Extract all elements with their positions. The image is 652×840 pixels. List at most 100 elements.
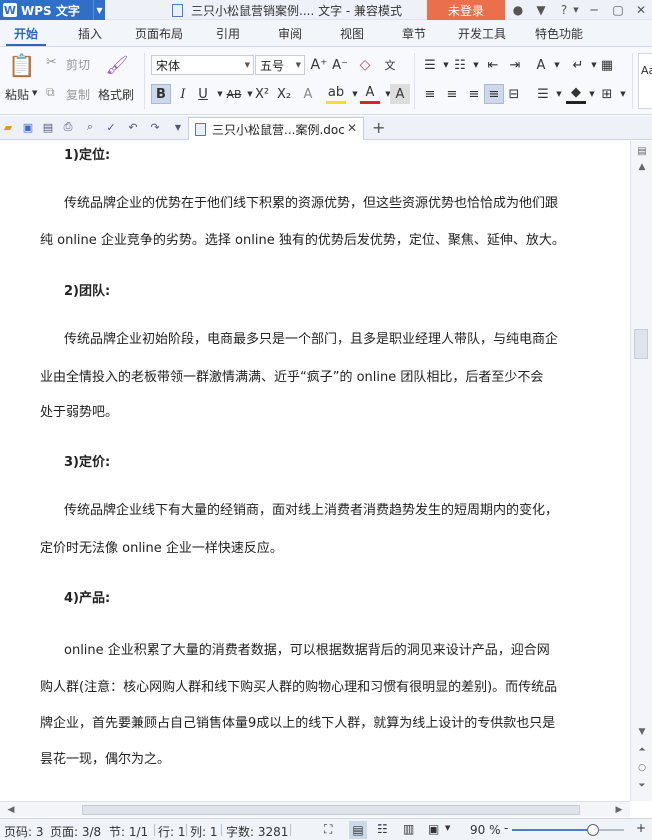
save-icon[interactable]: ▣ <box>21 120 35 134</box>
vertical-scrollbar[interactable]: ▤ ▲ ▼ ⏶ ○ ⏷ <box>630 141 652 801</box>
cut-button[interactable]: 剪切 <box>66 56 90 73</box>
page-count[interactable]: 页面: 3/8 <box>50 823 101 840</box>
row-indicator[interactable]: 行: 1 <box>158 823 186 840</box>
full-screen-icon[interactable]: ⛶ <box>324 822 332 837</box>
zoom-level[interactable]: 90 % <box>470 823 501 837</box>
tab-page-layout[interactable]: 页面布局 <box>135 20 183 47</box>
paragraph-line: 处于弱势吧。 <box>40 405 119 420</box>
tab-developer[interactable]: 开发工具 <box>458 20 506 47</box>
vertical-scroll-thumb[interactable] <box>634 329 648 359</box>
justify-icon[interactable]: ≡ <box>484 84 504 104</box>
zoom-slider[interactable] <box>512 824 624 836</box>
spell-check-icon[interactable]: ✓ <box>104 120 118 134</box>
zoom-slider-handle[interactable] <box>586 824 599 836</box>
column-indicator[interactable]: 列: 1 <box>190 823 218 840</box>
font-color-icon[interactable]: A <box>360 84 380 104</box>
distributed-icon[interactable]: ⊟ <box>504 84 524 104</box>
export-pdf-icon[interactable]: ▤ <box>41 120 55 134</box>
align-center-icon[interactable]: ≡ <box>442 84 462 104</box>
tab-features[interactable]: 特色功能 <box>535 20 583 47</box>
scroll-left-icon[interactable]: ◀ <box>4 803 18 817</box>
tab-chapter[interactable]: 章节 <box>402 20 426 47</box>
borders-chevron-icon[interactable]: ▼ <box>613 84 633 104</box>
open-folder-icon[interactable]: ▰ <box>1 120 15 134</box>
font-size-select[interactable]: 五号 ▼ <box>255 55 305 75</box>
superscript-icon[interactable]: X² <box>252 84 272 104</box>
styles-gallery[interactable]: Aa <box>638 53 652 109</box>
text-effect-icon[interactable]: A <box>298 84 318 104</box>
shirt-icon[interactable]: ▼ <box>533 0 549 20</box>
page-number[interactable]: 页码: 3 <box>4 823 44 840</box>
print-preview-icon[interactable]: ⌕ <box>83 120 97 134</box>
section-indicator[interactable]: 节: 1/1 <box>109 823 148 840</box>
decrease-indent-icon[interactable]: ⇤ <box>483 55 503 75</box>
close-tab-icon[interactable]: ✕ <box>347 121 357 135</box>
tab-view[interactable]: 视图 <box>340 20 364 47</box>
paragraph-line: online 企业积累了大量的消费者数据，可以根据数据背后的洞见来设计产品，迎合… <box>64 643 550 658</box>
maximize-icon[interactable]: ▢ <box>610 0 626 20</box>
skin-icon[interactable]: ● <box>510 0 526 20</box>
horizontal-scrollbar[interactable]: ◀ ▶ <box>0 801 630 817</box>
phonetic-guide-icon[interactable]: 文 <box>380 55 400 75</box>
tab-insert[interactable]: 插入 <box>78 20 102 47</box>
document-canvas[interactable]: 1)定位: 传统品牌企业的优势在于他们线下积累的资源优势，但这些资源优势也恰恰成… <box>0 141 630 801</box>
print-icon[interactable]: ⎙ <box>61 120 75 134</box>
ribbon-separator <box>414 53 415 109</box>
table-icon[interactable]: ▦ <box>597 55 617 75</box>
previous-page-icon[interactable]: ⏶ <box>635 743 649 757</box>
split-view-icon[interactable]: ▤ <box>635 144 649 158</box>
grow-font-icon[interactable]: A⁺ <box>309 55 329 75</box>
align-left-icon[interactable]: ≡ <box>420 84 440 104</box>
login-button[interactable]: 未登录 <box>427 0 505 20</box>
chevron-down-icon[interactable]: ▼ <box>93 0 105 20</box>
align-right-icon[interactable]: ≡ <box>464 84 484 104</box>
paragraph-line: 纯 online 企业竞争的劣势。选择 online 独有的优势后发优势，定位、… <box>40 233 565 248</box>
scroll-right-icon[interactable]: ▶ <box>612 803 626 817</box>
page-view-icon[interactable]: ▤ <box>349 821 367 839</box>
view-chevron-icon[interactable]: ▼ <box>445 824 450 832</box>
next-page-icon[interactable]: ⏷ <box>635 779 649 793</box>
close-icon[interactable]: ✕ <box>633 0 649 20</box>
tab-review[interactable]: 审阅 <box>278 20 302 47</box>
paste-icon[interactable]: 📋 <box>8 53 36 79</box>
select-browse-object-icon[interactable]: ○ <box>635 761 649 775</box>
zoom-in-icon[interactable]: + <box>636 821 646 835</box>
scroll-down-icon[interactable]: ▼ <box>635 725 649 739</box>
paste-chevron-icon[interactable]: ▼ <box>32 89 37 97</box>
bold-icon[interactable]: B <box>151 84 171 104</box>
shrink-font-icon[interactable]: A⁻ <box>330 55 350 75</box>
wps-app-menu[interactable]: W WPS 文字 ▼ <box>0 0 105 20</box>
increase-indent-icon[interactable]: ⇥ <box>505 55 525 75</box>
format-painter-button[interactable]: 格式刷 <box>98 86 134 103</box>
help-menu-chevron-icon[interactable]: ▼ <box>568 0 584 20</box>
copy-button[interactable]: 复制 <box>66 86 90 103</box>
paste-button[interactable]: 粘贴 <box>5 86 29 103</box>
new-tab-icon[interactable]: + <box>372 118 385 137</box>
highlight-icon[interactable]: ab <box>326 84 346 104</box>
minimize-icon[interactable]: ─ <box>586 0 602 20</box>
clear-format-icon[interactable]: ◇ <box>355 55 375 75</box>
menu-tabs: 开始 插入 页面布局 引用 审阅 视图 章节 开发工具 特色功能 <box>0 20 652 47</box>
status-divider <box>186 824 187 836</box>
subscript-icon[interactable]: X₂ <box>274 84 294 104</box>
web-view-icon[interactable]: ▣ <box>428 822 439 836</box>
italic-icon[interactable]: I <box>173 84 193 104</box>
horizontal-scroll-thumb[interactable] <box>82 805 580 815</box>
chevron-down-icon: ▼ <box>295 61 301 69</box>
paragraph-line: 购人群(注意：核心网购人群和线下购买人群的购物心理和习惯有很明显的差别)。而传统… <box>40 680 558 695</box>
redo-icon[interactable]: ↷ <box>148 120 162 134</box>
document-tab[interactable]: 三只小松鼠营...案例.doc ✕ <box>188 117 364 140</box>
zoom-out-icon[interactable]: - <box>504 821 508 835</box>
tab-references[interactable]: 引用 <box>216 20 240 47</box>
char-shading-icon[interactable]: A <box>390 84 410 104</box>
customize-chevron-icon[interactable]: ▼ <box>171 120 185 134</box>
scroll-up-icon[interactable]: ▲ <box>635 160 649 174</box>
word-count[interactable]: 字数: 3281 <box>226 823 288 840</box>
font-name-select[interactable]: 宋体 ▼ <box>151 55 254 75</box>
undo-icon[interactable]: ↶ <box>126 120 140 134</box>
tab-home[interactable]: 开始 <box>14 20 38 47</box>
reading-view-icon[interactable]: ▥ <box>403 822 414 836</box>
outline-view-icon[interactable]: ☷ <box>377 822 388 836</box>
app-menu-label: WPS 文字 <box>21 3 80 18</box>
chinese-layout-chevron-icon[interactable]: ▼ <box>547 55 567 75</box>
